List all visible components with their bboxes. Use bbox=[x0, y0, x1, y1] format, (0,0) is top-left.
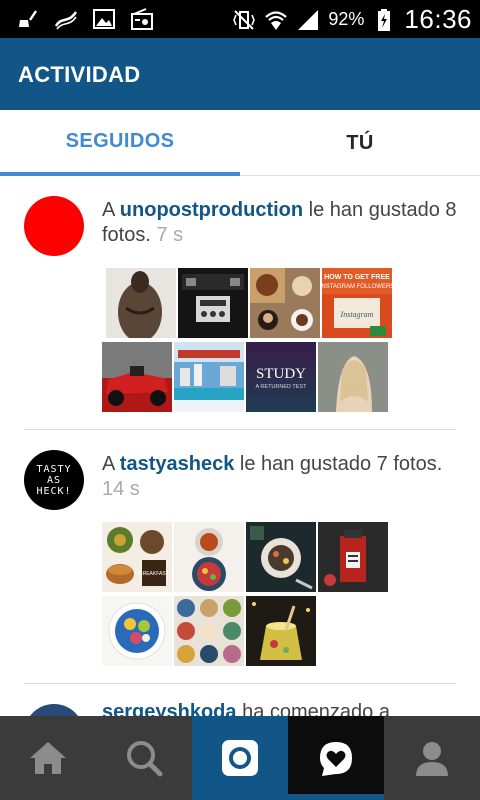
broom-icon bbox=[19, 10, 37, 27]
app-bar: ACTIVIDAD bbox=[0, 38, 480, 110]
vibrate-muted-icon bbox=[233, 9, 256, 30]
timestamp: 14 s bbox=[102, 478, 140, 500]
username-link[interactable]: tastyasheck bbox=[120, 453, 235, 475]
signal-icon bbox=[298, 9, 319, 30]
swoosh-icon bbox=[54, 11, 78, 30]
status-system: 92% 16:36 bbox=[232, 4, 472, 35]
nav-activity-button[interactable] bbox=[288, 716, 384, 800]
activity-action: le han gustado 7 fotos. bbox=[234, 453, 443, 475]
bottom-navigation bbox=[0, 716, 480, 800]
username-link[interactable]: sergeyshkoda bbox=[102, 701, 237, 716]
study-title: STUDY bbox=[256, 366, 306, 382]
study-subtitle: A RETURNED TEST bbox=[256, 384, 308, 390]
status-notifications bbox=[16, 7, 154, 31]
photo-thumbnail[interactable] bbox=[318, 522, 388, 592]
radio-icon bbox=[131, 8, 153, 30]
activity-text: sergeyshkoda ha comenzado a bbox=[102, 700, 462, 716]
photo-thumbnail[interactable] bbox=[106, 268, 176, 338]
svg-text:HOW TO GET FREE: HOW TO GET FREE bbox=[324, 274, 390, 281]
battery-percent: 92% bbox=[328, 9, 365, 29]
timestamp: 7 s bbox=[156, 224, 184, 246]
activity-action: ha comenzado a bbox=[236, 701, 390, 716]
activity-heart-icon bbox=[320, 742, 352, 776]
svg-text:Instagram: Instagram bbox=[340, 310, 374, 319]
photo-thumbnail[interactable] bbox=[174, 342, 244, 412]
tab-tu[interactable]: TÚ bbox=[240, 110, 480, 176]
camera-icon bbox=[222, 740, 258, 776]
avatar-sergeyshkoda[interactable] bbox=[24, 704, 84, 716]
avatar-tastyasheck[interactable]: TASTY AS HECK! bbox=[24, 450, 84, 510]
photo-thumbnail[interactable]: HOW TO GET FREE INSTAGRAM FOLLOWERS Instag… bbox=[322, 268, 392, 338]
nav-camera-button[interactable] bbox=[192, 716, 288, 800]
activity-text: A tastyasheck le han gustado 7 fotos. 14… bbox=[102, 452, 462, 502]
active-tab-indicator bbox=[288, 794, 384, 800]
divider bbox=[24, 683, 456, 684]
photo-thumbnail[interactable] bbox=[246, 596, 316, 666]
home-icon bbox=[30, 742, 66, 774]
avatar-logo-text: TASTY AS HECK! bbox=[36, 463, 72, 497]
photo-thumbnail[interactable]: BREAKFAST bbox=[102, 522, 172, 592]
status-bar: 92% 16:36 bbox=[0, 0, 480, 38]
search-icon bbox=[127, 741, 163, 777]
divider bbox=[24, 429, 456, 430]
battery-charging-icon bbox=[378, 8, 391, 31]
photo-thumbnail[interactable] bbox=[318, 342, 388, 412]
image-icon bbox=[93, 9, 115, 29]
photo-thumbnail[interactable] bbox=[102, 342, 172, 412]
activity-prefix: A bbox=[102, 453, 120, 475]
nav-home-button[interactable] bbox=[0, 716, 96, 800]
activity-prefix: A bbox=[102, 199, 120, 221]
wifi-icon bbox=[265, 10, 288, 30]
photo-thumbnail[interactable] bbox=[102, 596, 172, 666]
photo-thumbnail[interactable] bbox=[174, 596, 244, 666]
photo-thumbnail[interactable] bbox=[174, 522, 244, 592]
svg-text:INSTAGRAM FOLLOWERS: INSTAGRAM FOLLOWERS bbox=[322, 284, 392, 290]
avatar-unopostproduction[interactable] bbox=[24, 196, 84, 256]
profile-icon bbox=[416, 742, 448, 776]
nav-profile-button[interactable] bbox=[384, 716, 480, 800]
photo-thumbnail[interactable] bbox=[250, 268, 320, 338]
username-link[interactable]: unopostproduction bbox=[120, 199, 303, 221]
photo-thumbnail[interactable] bbox=[178, 268, 248, 338]
nav-search-button[interactable] bbox=[96, 716, 192, 800]
activity-text: A unopostproduction le han gustado 8 fot… bbox=[102, 198, 462, 248]
breakfast-sign: BREAKFAST bbox=[139, 571, 168, 577]
photo-thumbnail[interactable]: STUDY A RETURNED TEST bbox=[246, 342, 316, 412]
activity-tabs: SEGUIDOS TÚ bbox=[0, 110, 480, 176]
tab-seguidos[interactable]: SEGUIDOS bbox=[0, 110, 240, 176]
activity-feed: A unopostproduction le han gustado 8 fot… bbox=[0, 176, 480, 716]
photo-thumbnail[interactable] bbox=[246, 522, 316, 592]
page-title: ACTIVIDAD bbox=[18, 62, 141, 87]
clock: 16:36 bbox=[404, 4, 472, 34]
